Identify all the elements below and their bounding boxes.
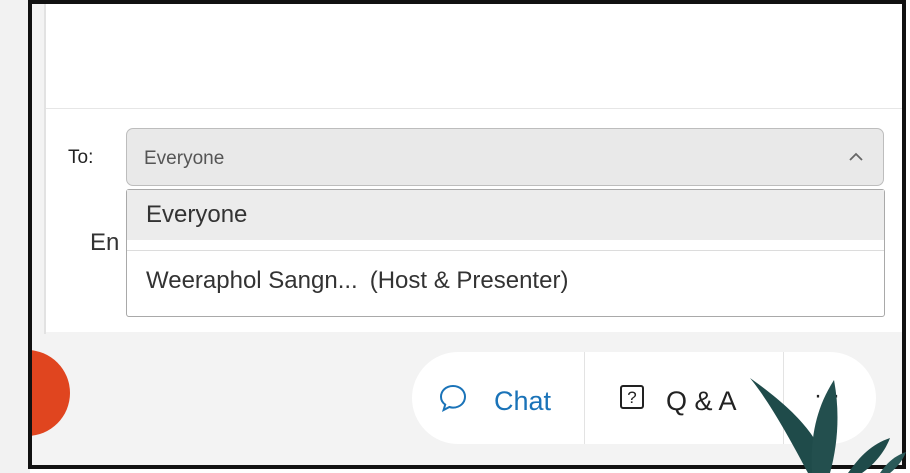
recipient-select[interactable]: Everyone: [126, 128, 884, 186]
option-label: Everyone: [146, 201, 248, 228]
page-background-strip: [0, 0, 30, 473]
qa-button-label: Q & A: [666, 386, 737, 416]
chevron-up-icon: [849, 152, 863, 161]
question-box-icon: ?: [620, 385, 644, 409]
message-input-placeholder-partial: En: [90, 229, 120, 256]
chat-panel: To: Everyone En Everyone Weeraphol Sangn…: [46, 4, 902, 332]
dropdown-divider: [127, 250, 884, 251]
option-label: Weeraphol Sangn...: [146, 267, 358, 294]
option-role: (Host & Presenter): [369, 267, 569, 294]
recipient-select-value: Everyone: [144, 148, 225, 169]
chat-button[interactable]: Chat: [412, 352, 584, 444]
chat-button-label: Chat: [494, 386, 552, 416]
chat-bubble-icon: [439, 384, 467, 412]
toolbar-divider: [584, 352, 585, 444]
dropdown-option-host[interactable]: Weeraphol Sangn... (Host & Presenter): [127, 254, 884, 308]
panel-divider: [46, 108, 902, 109]
dropdown-option-everyone[interactable]: Everyone: [127, 190, 884, 240]
orange-circle-button[interactable]: [32, 350, 70, 436]
to-label: To:: [68, 147, 94, 168]
recipient-dropdown-list: Everyone Weeraphol Sangn... (Host & Prese…: [126, 189, 885, 317]
leaf-decoration: [750, 378, 906, 473]
